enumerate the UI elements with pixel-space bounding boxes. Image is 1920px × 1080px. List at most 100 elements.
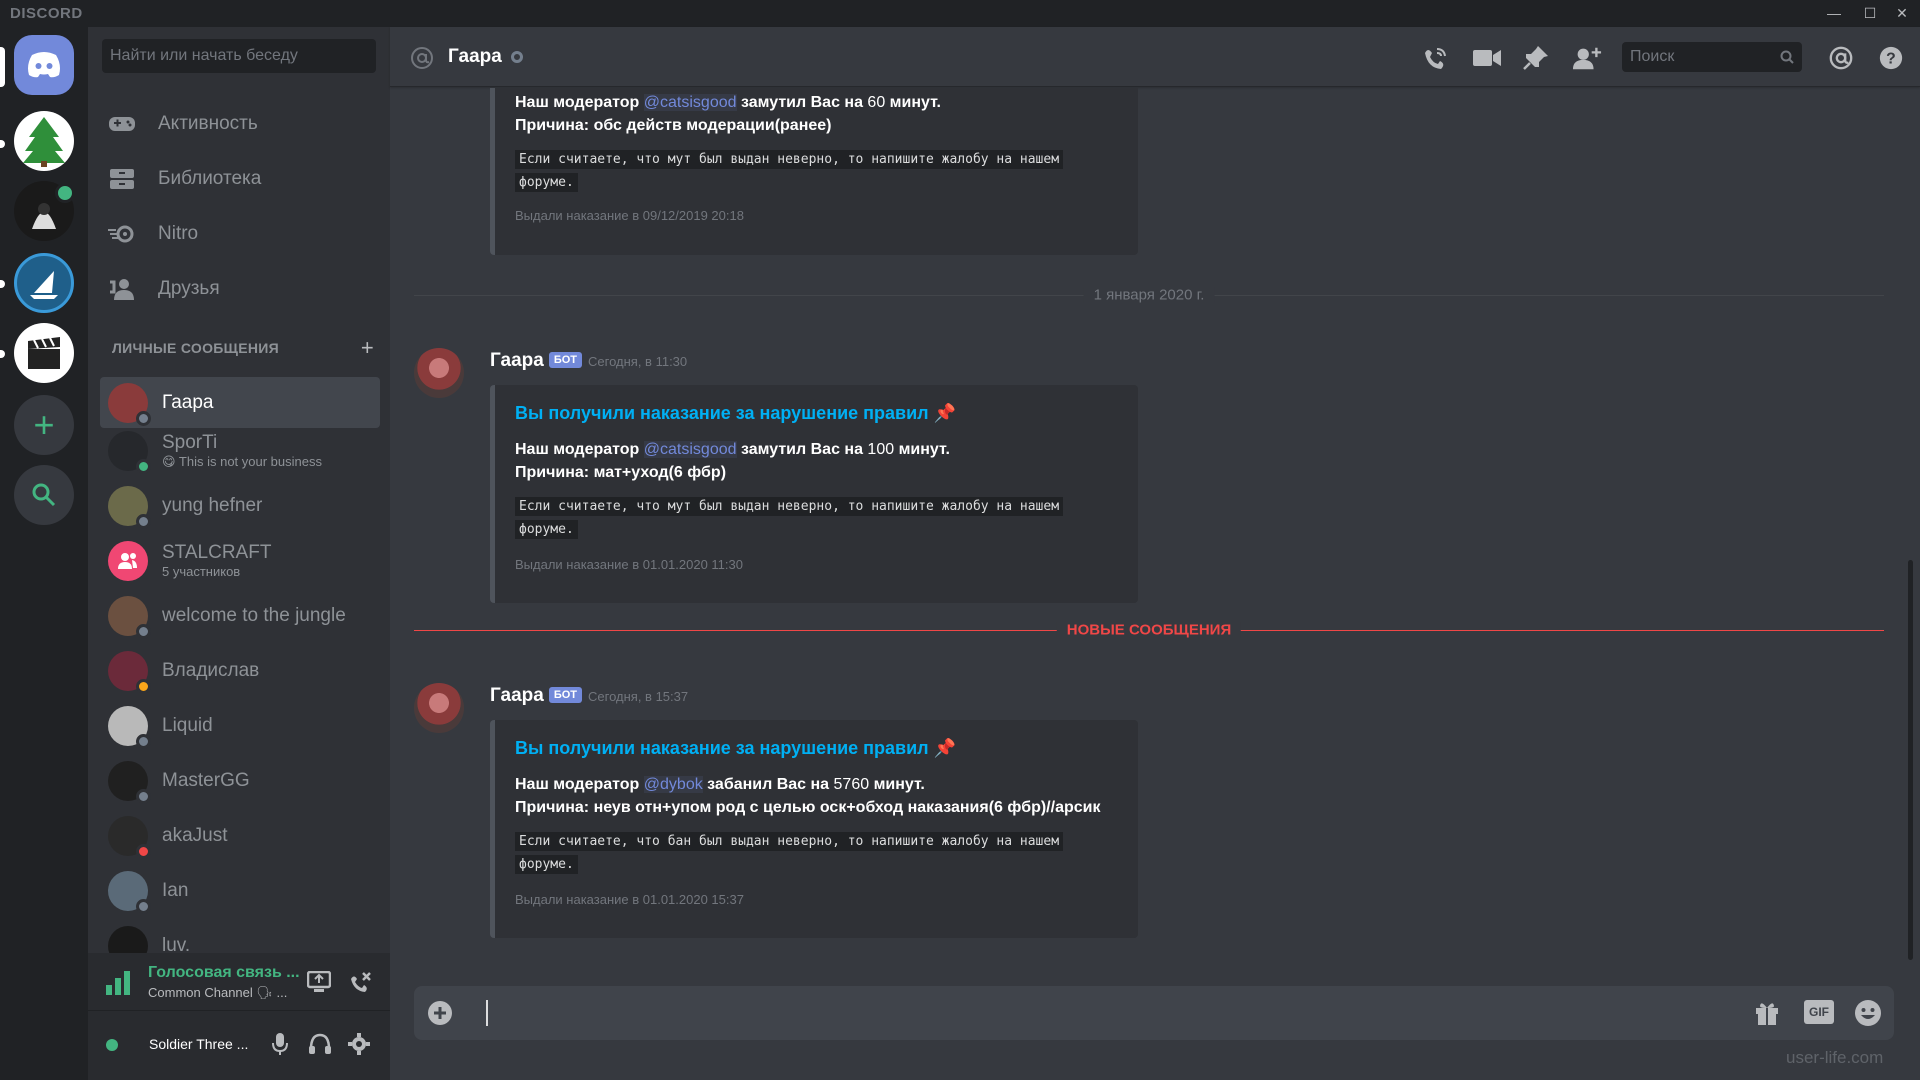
maximize-button[interactable]: ☐ [1852, 0, 1888, 27]
username-label[interactable]: Soldier Three ... [149, 1036, 248, 1052]
mention-link[interactable]: @catsisgood [643, 441, 737, 458]
bot-badge: БОТ [548, 687, 583, 703]
pin-icon[interactable] [1522, 45, 1552, 71]
dm-item[interactable]: STALCRAFT 5 участников [100, 535, 380, 586]
nav-activity[interactable]: Активность [100, 101, 378, 147]
status-offline-icon [136, 410, 151, 426]
server-rail: + [0, 27, 88, 1080]
microphone-icon[interactable] [272, 1032, 288, 1056]
video-call-icon[interactable] [1472, 45, 1502, 71]
dm-item[interactable]: Владислав [100, 645, 380, 696]
dm-item[interactable]: Ian [100, 865, 380, 916]
server-sail[interactable] [14, 253, 74, 313]
title-bar: DISCORD — ☐ ✕ [0, 0, 1920, 27]
close-window-button[interactable]: ✕ [1884, 0, 1920, 27]
avatar [108, 485, 151, 529]
gift-icon[interactable] [1754, 1000, 1780, 1026]
gamepad-icon [104, 114, 140, 134]
embed-footer: Выдали наказание в 09/12/2019 20:18 [515, 208, 744, 223]
screen-share-icon[interactable] [307, 971, 331, 993]
message-author-row: Гаара БОТ Сегодня, в 15:37 [490, 685, 688, 707]
message-author[interactable]: Гаара [490, 350, 544, 371]
message-avatar[interactable] [414, 683, 464, 733]
add-friend-icon[interactable] [1572, 45, 1602, 71]
status-dnd-icon [136, 843, 151, 859]
server-tree[interactable] [14, 111, 74, 171]
user-status-dot [106, 1039, 118, 1051]
message-timestamp: Сегодня, в 15:37 [588, 689, 689, 704]
emoji-icon[interactable] [1854, 999, 1882, 1027]
create-dm-button[interactable]: + [361, 335, 374, 361]
dm-item[interactable]: SporTi 😋 This is not your business [100, 425, 380, 476]
voice-status-label[interactable]: Голосовая связь ... [148, 964, 300, 982]
embed-title[interactable]: Вы получили наказание за нарушение прави… [515, 738, 956, 759]
direct-messages-header: ЛИЧНЫЕ СООБЩЕНИЯ + [112, 335, 374, 360]
nitro-icon [104, 224, 140, 244]
svg-text:?: ? [1886, 51, 1896, 68]
avatar [108, 382, 151, 426]
gear-icon[interactable] [348, 1033, 370, 1055]
message-avatar[interactable] [414, 348, 464, 398]
embed-reason: Причина: неув отн+упом род с целью оск+о… [515, 799, 1101, 816]
voice-channel-label[interactable]: Common Channel 🗣 ... [148, 985, 287, 1001]
add-server-button[interactable]: + [14, 395, 74, 455]
dm-item[interactable]: MasterGG [100, 755, 380, 806]
message-author[interactable]: Гаара [490, 685, 544, 706]
mention-link[interactable]: @dybok [643, 776, 703, 793]
avatar [108, 595, 151, 639]
home-button[interactable] [14, 35, 74, 95]
server-clapper[interactable] [14, 323, 74, 383]
watermark-text: user-life.com [1786, 1048, 1884, 1067]
help-icon[interactable]: ? [1876, 45, 1906, 71]
embed-reason: Причина: мат+уход(6 фбр) [515, 464, 727, 481]
scrollbar[interactable] [1908, 560, 1913, 960]
channel-title: Гаара [448, 46, 502, 67]
voice-call-icon[interactable] [1420, 45, 1450, 71]
nav-nitro[interactable]: Nitro [100, 211, 378, 257]
message-composer[interactable]: GIF [414, 986, 1894, 1040]
dm-item[interactable]: welcome to the jungle [100, 590, 380, 641]
dm-name: SporTi [162, 432, 218, 453]
dm-name: STALCRAFT [162, 542, 272, 563]
speaker-badge-icon [55, 183, 75, 203]
embed-title[interactable]: Вы получили наказание за нарушение прави… [515, 403, 956, 424]
status-online-icon [136, 458, 151, 474]
embed-code-block: Если считаете, что бан был выдан неверно… [515, 830, 1089, 876]
headphones-icon[interactable] [308, 1033, 332, 1055]
plus-icon: + [33, 404, 55, 445]
status-offline-icon [136, 513, 151, 529]
dm-item[interactable]: yung hefner [100, 480, 380, 531]
nav-friends[interactable]: Друзья [100, 266, 378, 312]
gif-button[interactable]: GIF [1804, 1000, 1834, 1024]
mentions-icon[interactable] [1826, 45, 1856, 71]
nav-library[interactable]: Библиотека [100, 156, 378, 202]
message-author-row: Гаара БОТ Сегодня, в 11:30 [490, 350, 687, 372]
explore-servers-button[interactable] [14, 465, 74, 525]
dm-item[interactable]: Liquid [100, 700, 380, 751]
new-messages-divider: НОВЫЕ СООБЩЕНИЯ [414, 621, 1884, 639]
nav-activity-label: Активность [158, 113, 258, 134]
embed-line-moderator: Наш модератор @catsisgood замутил Вас на… [515, 94, 941, 111]
dm-item[interactable]: Гаара [100, 377, 380, 428]
unread-indicator [0, 350, 5, 358]
minimize-button[interactable]: — [1816, 0, 1852, 27]
avatar [108, 870, 151, 914]
sail-icon [30, 271, 58, 299]
embed-card: Вы получили наказание за нарушение прави… [490, 720, 1138, 938]
tree-icon [23, 117, 65, 167]
attach-plus-icon[interactable] [428, 1001, 452, 1025]
status-offline-icon [136, 623, 151, 639]
dm-item[interactable]: akaJust [100, 810, 380, 861]
signal-bars-icon [106, 971, 130, 995]
status-idle-icon [136, 678, 151, 694]
search-icon [1780, 50, 1794, 64]
dm-subtitle: 😋 This is not your business [162, 454, 322, 469]
disconnect-icon[interactable] [348, 971, 372, 993]
nav-nitro-label: Nitro [158, 223, 199, 244]
chat-search-input[interactable]: Поиск [1622, 42, 1802, 72]
mention-link[interactable]: @catsisgood [643, 94, 737, 111]
find-conversation-input[interactable]: Найти или начать беседу [102, 39, 376, 73]
status-offline-icon [136, 898, 151, 914]
nav-friends-label: Друзья [158, 278, 220, 299]
group-dm-icon [108, 540, 148, 581]
